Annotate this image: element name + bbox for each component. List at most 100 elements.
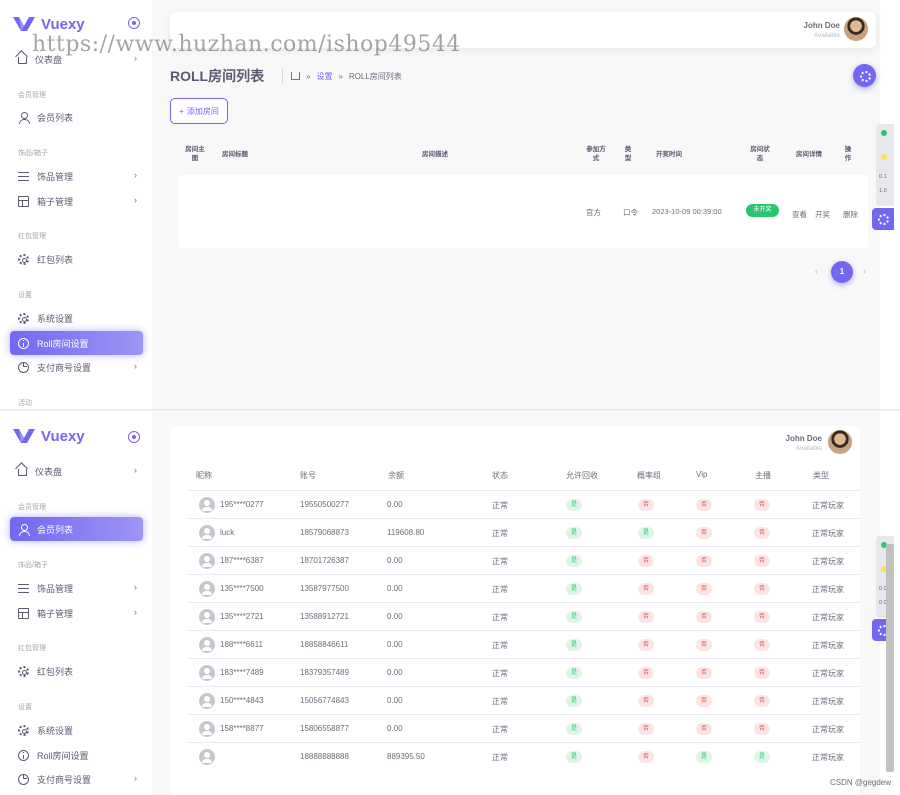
column-header-desc: 房间描述 [422,151,448,158]
user-icon [18,523,30,536]
cell-nick: luck [220,528,235,537]
sidebar-item-system-settings[interactable]: 系统设置 [10,307,143,329]
side-value: 1.0 [879,188,887,194]
panel-divider [0,409,900,411]
table-row[interactable]: 135****2721 13588912721 0.00 正常 正常玩家 是 否 否 否 [188,602,860,630]
user-name[interactable]: John Doe [786,434,822,443]
view-link[interactable]: 查看 [792,209,807,220]
sidebar-item-goods-manage[interactable]: 饰品管理 › [10,165,143,187]
table-row[interactable]: 18888888888 889395.50 正常 正常玩家 是 否 是 是 [188,742,860,770]
sidebar-item-redpack-list[interactable]: 红包列表 [10,660,143,682]
flag-badge-recycle: 是 [566,667,582,679]
sidebar-pin-icon[interactable] [128,17,140,29]
column-header-status: 状态 [492,471,508,480]
gear-icon [18,312,29,324]
cell-balance: 119608.80 [387,528,425,537]
table-row[interactable]: 150****4843 15056774843 0.00 正常 正常玩家 是 否 否 否 [188,686,860,714]
chevron-right-icon: › [134,465,137,475]
flag-badge-vip: 否 [696,583,712,595]
column-header-title: 房间标题 [222,151,248,158]
sidebar-pin-icon[interactable] [128,431,140,443]
table-row[interactable]: 187****6387 18701726387 0.00 正常 正常玩家 是 否 否 否 [188,546,860,574]
sidebar-item-roll-settings[interactable]: Roll房间设置 [10,744,143,766]
cell-account: 13587977500 [300,584,349,593]
flag-badge-vip: 否 [696,527,712,539]
flag-badge-odds: 否 [638,611,654,623]
delete-link[interactable]: 删除 [843,209,858,220]
flag-badge-anchor: 否 [754,555,770,567]
column-header-type: 类型 [813,471,829,480]
avatar [199,637,215,653]
add-room-label: 添加房间 [186,106,219,116]
avatar[interactable] [828,430,852,454]
brand[interactable]: Vuexy [13,14,85,34]
brand[interactable]: Vuexy [13,426,85,446]
pagination-next[interactable]: › [863,266,866,276]
column-header-type: 类型 [624,146,632,162]
flag-badge-anchor: 否 [754,583,770,595]
sidebar-item-payment-settings[interactable]: 支付商号设置 › [10,356,143,378]
section-label-redpack: 红包管理 [18,645,46,652]
table-row[interactable]: 158****8877 15806558877 0.00 正常 正常玩家 是 否 否 否 [188,714,860,742]
column-header-mode: 参加方式 [586,146,606,162]
sidebar-item-dashboard[interactable]: 仪表盘 › [10,460,143,482]
cell-nick: 187****6387 [220,556,264,565]
settings-fab-button[interactable] [853,64,876,87]
draw-link[interactable]: 开奖 [815,209,830,220]
status-badge: 未开奖 [746,204,779,217]
sidebar-item-goods-manage[interactable]: 饰品管理 › [10,577,143,599]
list-icon [18,583,29,594]
flag-badge-odds: 否 [638,751,654,763]
flag-badge-anchor: 否 [754,639,770,651]
pagination-prev[interactable]: ‹ [815,266,818,276]
cell-account: 18579068873 [300,528,349,537]
table-row[interactable]: 183****7489 18379357489 0.00 正常 正常玩家 是 否 否 否 [188,658,860,686]
cell-account: 15056774843 [300,696,349,705]
sidebar-item-label: 红包列表 [37,254,74,265]
user-name[interactable]: John Doe [804,21,840,30]
sidebar-item-box-manage[interactable]: 箱子管理 › [10,190,143,212]
section-label-goods: 饰品/箱子 [18,562,48,569]
breadcrumb-link-settings[interactable]: 设置 [316,71,332,82]
add-room-button[interactable]: + 添加房间 [170,98,228,124]
section-label-members: 会员管理 [18,92,46,99]
cell-balance: 0.00 [387,696,403,705]
sidebar-item-payment-settings[interactable]: 支付商号设置 › [10,768,143,790]
table-row[interactable]: 135****7500 13587977500 0.00 正常 正常玩家 是 否 否 否 [188,574,860,602]
sidebar-item-label: 饰品管理 [37,583,74,594]
user-status: Available [795,445,822,452]
scrollbar[interactable] [886,544,894,772]
flag-badge-odds: 否 [638,723,654,735]
cell-status: 正常 [492,753,508,762]
sidebar-item-system-settings[interactable]: 系统设置 [10,719,143,741]
home-icon[interactable] [291,72,300,80]
sidebar-item-label: 系统设置 [37,725,74,736]
home-icon [18,469,27,476]
sidebar-item-member-list[interactable]: 会员列表 [10,106,143,128]
cell-balance: 0.00 [387,500,403,509]
avatar[interactable] [844,17,868,41]
side-value: 0.1 [879,174,887,180]
sidebar-item-roll-settings[interactable]: Roll房间设置 [10,331,143,355]
table-row[interactable]: luck 18579068873 119608.80 正常 正常玩家 是 是 否 否 [188,518,860,546]
pagination-current[interactable]: 1 [831,261,853,283]
sidebar-item-member-list[interactable]: 会员列表 [10,517,143,541]
customizer-gear-button[interactable] [872,208,894,230]
cell-nick: 188****6611 [220,640,264,649]
gear-icon [18,253,29,265]
section-label-redpack: 红包管理 [18,233,46,240]
flag-badge-anchor: 否 [754,667,770,679]
gear-icon [18,724,29,736]
page-title: ROLL房间列表 [170,68,265,84]
cell-account: 18888888888 [300,752,349,761]
sidebar-item-label: 箱子管理 [37,608,74,619]
room-draw-time: 2023-10-09 00:39:00 [652,207,722,216]
sidebar-item-box-manage[interactable]: 箱子管理 › [10,602,143,624]
sidebar-item-redpack-list[interactable]: 红包列表 [10,248,143,270]
chevron-right-icon: › [134,195,137,205]
table-row[interactable]: 188****6611 18858846611 0.00 正常 正常玩家 是 否 否 否 [188,630,860,658]
sidebar-item-label: 支付商号设置 [37,362,92,373]
table-row[interactable]: 195****0277 19550500277 0.00 正常 正常玩家 是 否 否 否 [188,490,860,518]
sidebar-item-label: 会员列表 [37,524,74,535]
watermark: https://www.huzhan.com/ishop49544 [32,32,461,57]
